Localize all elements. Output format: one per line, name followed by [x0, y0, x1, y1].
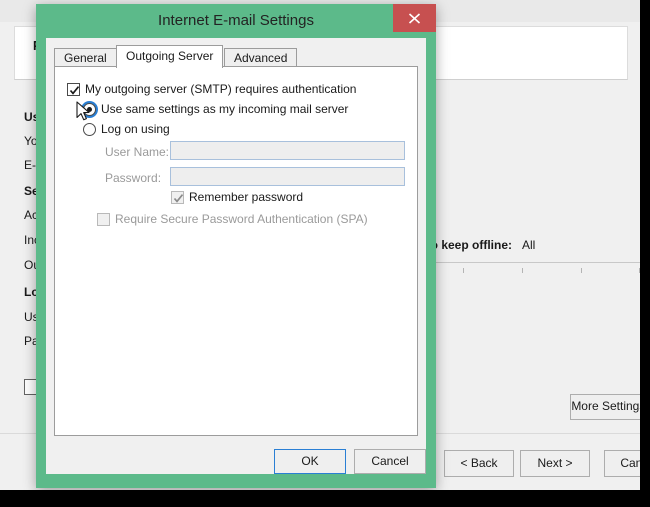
radio-log-on-using[interactable]	[83, 123, 96, 136]
dialog-title: Internet E-mail Settings	[158, 12, 314, 29]
tab-strip: General Outgoing Server Advanced	[54, 45, 418, 68]
internet-email-settings-dialog: Internet E-mail Settings General Outgoin…	[36, 4, 436, 488]
smtp-auth-checkbox[interactable]	[67, 83, 80, 96]
dialog-client-area: General Outgoing Server Advanced My outg…	[46, 38, 426, 474]
slider-tick	[463, 268, 464, 273]
remember-password-label: Remember password	[189, 190, 304, 204]
tab-page-outgoing-server: My outgoing server (SMTP) requires authe…	[54, 66, 418, 436]
radio-use-same-settings[interactable]	[83, 103, 96, 116]
slider-tick	[639, 268, 640, 273]
spa-label: Require Secure Password Authentication (…	[115, 212, 368, 226]
spa-checkbox[interactable]	[97, 213, 110, 226]
user-name-input[interactable]	[170, 141, 405, 160]
next-button[interactable]: Next >	[520, 450, 590, 477]
radio-use-same-settings-label: Use same settings as my incoming mail se…	[101, 102, 349, 116]
more-settings-button[interactable]: More Settings ...	[570, 394, 640, 420]
tab-outgoing-server[interactable]: Outgoing Server	[116, 45, 224, 68]
password-label: Password:	[105, 171, 162, 185]
offline-slider-track[interactable]	[404, 262, 640, 263]
radio-log-on-using-label: Log on using	[101, 122, 170, 136]
tab-advanced[interactable]: Advanced	[224, 48, 298, 67]
password-input[interactable]	[170, 167, 405, 186]
close-icon[interactable]	[393, 4, 436, 32]
slider-tick	[581, 268, 582, 273]
dialog-title-bar: Internet E-mail Settings	[36, 4, 436, 38]
dialog-ok-button[interactable]: OK	[274, 449, 346, 474]
user-name-label: User Name:	[105, 145, 170, 159]
cancel-button[interactable]: Cancel	[604, 450, 640, 477]
offline-value: All	[522, 238, 536, 252]
remember-password-checkbox[interactable]	[171, 191, 184, 204]
dialog-cancel-button[interactable]: Cancel	[354, 449, 426, 474]
smtp-auth-label: My outgoing server (SMTP) requires authe…	[85, 82, 357, 96]
radio-selected-dot	[87, 107, 92, 112]
slider-tick	[522, 268, 523, 273]
back-button[interactable]: < Back	[444, 450, 514, 477]
tab-general[interactable]: General	[54, 48, 117, 67]
